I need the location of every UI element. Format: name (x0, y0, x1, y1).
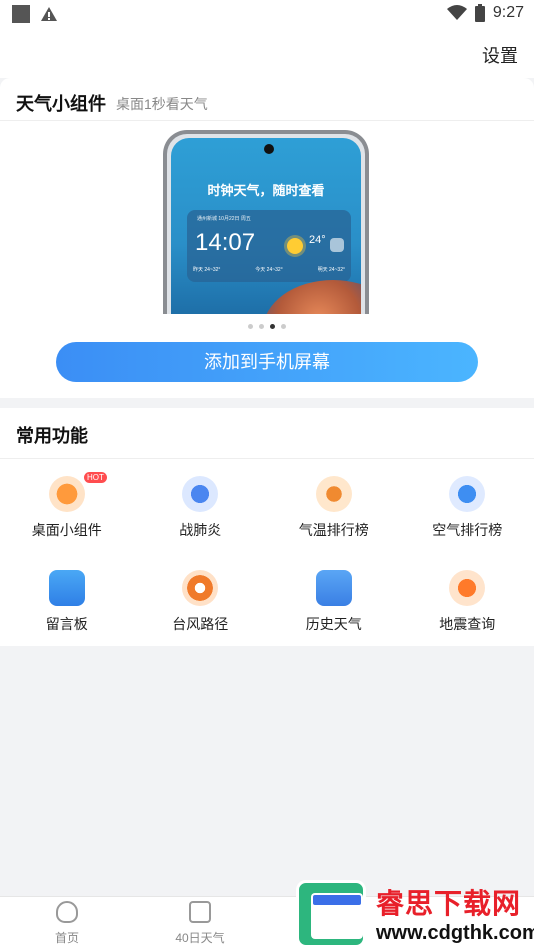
function-history-weather[interactable]: 历史天气 (267, 562, 401, 642)
wifi-icon (446, 5, 467, 20)
carousel-dot[interactable] (259, 324, 264, 329)
watermark-logo (296, 880, 366, 948)
top-bar: 设置 (0, 28, 534, 78)
function-earthquake-query[interactable]: 地震查询 (401, 562, 534, 642)
function-label: 桌面小组件 (31, 522, 102, 538)
planet-wallpaper-image (263, 280, 361, 314)
function-message-board[interactable]: 留言板 (0, 562, 134, 642)
lung-icon (182, 476, 219, 512)
function-label: 地震查询 (439, 616, 496, 632)
message-board-icon (48, 570, 85, 606)
carousel-indicator (0, 324, 534, 329)
thermometer-icon (315, 476, 352, 512)
preview-clock-widget: 通州新城 10月22日 周五 14:07 24° 昨天 24~32° 今天 24… (187, 210, 351, 282)
function-label: 气温排行榜 (298, 522, 369, 538)
clock: 9:27 (492, 4, 524, 21)
preview-time: 14:07 (195, 229, 256, 256)
tab-label: 40日天气 (175, 931, 225, 945)
settings-button[interactable]: 设置 (482, 42, 518, 68)
phone-screen: 时钟天气，随时查看 通州新城 10月22日 周五 14:07 24° 昨天 24… (171, 138, 361, 314)
battery-icon (474, 4, 485, 22)
function-fight-pneumonia[interactable]: 战肺炎 (134, 468, 268, 548)
function-typhoon-path[interactable]: 台风路径 (134, 562, 268, 642)
moon-icon (330, 238, 344, 252)
function-label: 留言板 (45, 616, 88, 632)
carousel-dot[interactable] (281, 324, 286, 329)
widget-card-subtitle: 桌面1秒看天气 (116, 96, 208, 112)
typhoon-icon (182, 570, 219, 606)
earthquake-icon (449, 570, 486, 606)
watermark-url: www.cdgthk.com (376, 922, 534, 944)
history-weather-icon (315, 570, 352, 606)
functions-grid: HOT 桌面小组件 战肺炎 气温排行榜 空气排行榜 留言板 台风路径 历史天气 (0, 468, 534, 642)
camera-icon (264, 144, 274, 154)
function-desktop-widget[interactable]: HOT 桌面小组件 (0, 468, 134, 548)
watermark-logo-bar (313, 895, 361, 905)
preview-location: 通州新城 10月22日 周五 (197, 216, 251, 222)
watermark: 睿思下载网 www.cdgthk.com (296, 878, 534, 949)
add-to-home-screen-button[interactable]: 添加到手机屏幕 (56, 342, 478, 382)
home-icon (56, 901, 78, 923)
forecast-yesterday: 昨天 24~32° (193, 267, 221, 273)
common-functions-card: 常用功能 HOT 桌面小组件 战肺炎 气温排行榜 空气排行榜 留言板 台风路径 (0, 408, 534, 646)
widget-card-title: 天气小组件 (16, 94, 106, 114)
watermark-title: 睿思下载网 (376, 888, 522, 919)
common-functions-title: 常用功能 (16, 426, 88, 446)
preview-forecast: 昨天 24~32° 今天 24~32° 明天 24~32° (193, 266, 345, 273)
hot-badge: HOT (84, 472, 107, 483)
widget-icon (48, 476, 85, 512)
tab-40-day-weather[interactable]: 40日天气 (160, 901, 240, 946)
function-air-ranking[interactable]: 空气排行榜 (401, 468, 534, 548)
air-quality-icon (449, 476, 486, 512)
divider (0, 458, 534, 459)
function-label: 历史天气 (305, 616, 362, 632)
status-bar: 9:27 (0, 0, 534, 28)
notification-square-icon (12, 5, 30, 23)
phone-preview-carousel[interactable]: 时钟天气，随时查看 通州新城 10月22日 周五 14:07 24° 昨天 24… (163, 130, 369, 314)
preview-temperature: 24° (309, 234, 326, 246)
calendar-icon (189, 901, 211, 923)
tab-label: 首页 (54, 931, 79, 945)
carousel-dot-active[interactable] (270, 324, 275, 329)
tab-home[interactable]: 首页 (27, 901, 107, 946)
preview-headline: 时钟天气，随时查看 (207, 183, 325, 198)
function-label: 空气排行榜 (432, 522, 503, 538)
divider (0, 120, 534, 121)
forecast-today: 今天 24~32° (255, 267, 283, 273)
warning-icon (41, 7, 57, 21)
forecast-tomorrow: 明天 24~32° (317, 267, 345, 273)
carousel-dot[interactable] (248, 324, 253, 329)
sun-icon (287, 238, 303, 254)
function-temperature-ranking[interactable]: 气温排行榜 (267, 468, 401, 548)
function-label: 战肺炎 (179, 522, 222, 538)
function-label: 台风路径 (172, 616, 229, 632)
